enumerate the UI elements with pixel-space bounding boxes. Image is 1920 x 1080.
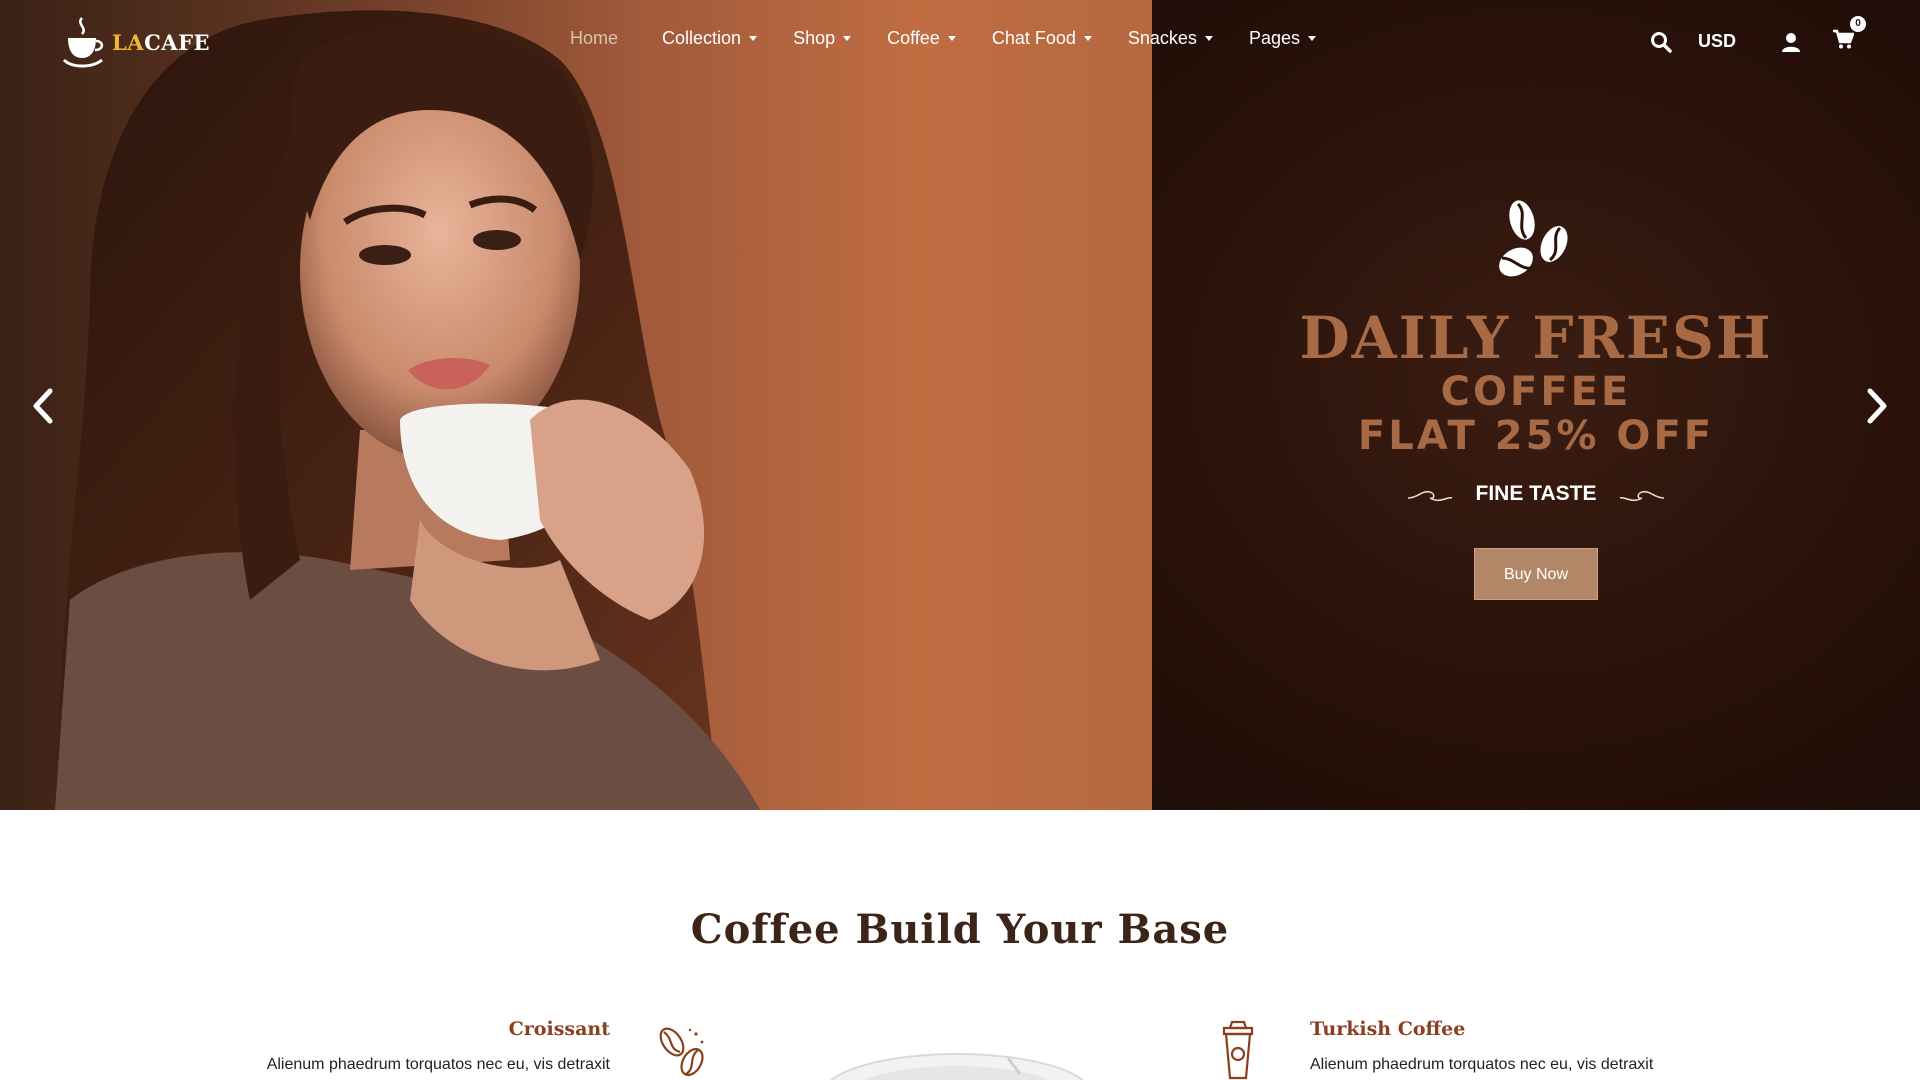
shopping-cart-icon — [1833, 29, 1855, 49]
cart-button[interactable]: 0 — [1832, 16, 1867, 55]
nav-snackes[interactable]: Snackes — [1128, 28, 1213, 49]
top-navbar: LACAFE Home Collection Shop Coffee Chat … — [0, 0, 1920, 84]
caret-down-icon — [749, 36, 758, 41]
coffee-beans-icon — [1499, 200, 1568, 277]
brand-name: LACAFE — [112, 29, 210, 55]
caret-down-icon — [1307, 36, 1316, 41]
caret-down-icon — [1083, 36, 1092, 41]
nav-chat-food-label: Chat Food — [991, 28, 1076, 48]
nav-shop[interactable]: Shop — [793, 28, 852, 49]
nav-collection[interactable]: Collection — [662, 28, 758, 49]
cart-count-badge: 0 — [1850, 16, 1867, 32]
nav-home-label: Home — [570, 28, 619, 48]
feature-croissant-title: Croissant — [508, 1018, 610, 1040]
brand-logo[interactable]: LACAFE — [62, 16, 210, 68]
hero-slider: LACAFE Home Collection Shop Coffee Chat … — [0, 0, 1920, 810]
feature-turkish-coffee-text: Alienum phaedrum torquatos nec eu, vis d… — [1310, 1056, 1654, 1073]
slider-next-chevron-right-icon[interactable] — [1858, 385, 1894, 427]
section-title: Coffee Build Your Base — [690, 906, 1230, 953]
slider-prev-chevron-left-icon[interactable] — [26, 385, 62, 427]
caret-down-icon — [947, 36, 956, 41]
takeaway-cup-icon — [1222, 1020, 1254, 1080]
user-account-icon[interactable] — [1780, 31, 1802, 53]
buy-now-button[interactable]: Buy Now — [1474, 548, 1598, 600]
coffee-beans-outline-icon — [659, 1027, 704, 1077]
nav-snackes-label: Snackes — [1127, 28, 1197, 48]
nav-coffee[interactable]: Coffee — [887, 28, 956, 49]
hero-line-1: COFFEE — [1440, 369, 1632, 415]
nav-chat-food[interactable]: Chat Food — [992, 28, 1092, 49]
caret-down-icon — [843, 36, 852, 41]
flourish-left-icon — [1407, 490, 1452, 502]
nav-shop-label: Shop — [793, 28, 836, 48]
nav-pages[interactable]: Pages — [1249, 28, 1316, 49]
header-tools: USD 0 — [1650, 16, 1867, 55]
currency-selector[interactable]: USD — [1698, 31, 1736, 52]
nav-home[interactable]: Home — [570, 28, 618, 49]
coffee-cup-logo-icon — [62, 17, 104, 68]
hero-tagline: FINE TASTE — [1475, 482, 1597, 505]
feature-croissant: Croissant Alienum phaedrum torquatos nec… — [220, 1018, 610, 1074]
feature-turkish-coffee-title: Turkish Coffee — [1310, 1018, 1466, 1040]
hero-woman-image — [55, 10, 760, 810]
hero-slide-content: DAILY FRESH COFFEE FLAT 25% OFF FINE TAS… — [1260, 198, 1812, 600]
nav-coffee-label: Coffee — [887, 28, 940, 48]
nav-collection-label: Collection — [662, 28, 742, 48]
main-nav: Home Collection Shop Coffee Chat Food Sn… — [570, 28, 1352, 49]
search-icon[interactable] — [1650, 31, 1672, 53]
feature-croissant-text: Alienum phaedrum torquatos nec eu, vis d… — [266, 1056, 610, 1073]
hero-line-2: FLAT 25% OFF — [1357, 413, 1715, 459]
feature-turkish-coffee: Turkish Coffee Alienum phaedrum torquato… — [1310, 1018, 1730, 1074]
flourish-right-icon — [1620, 490, 1665, 502]
nav-pages-label: Pages — [1248, 28, 1300, 48]
hero-headline: DAILY FRESH — [1299, 304, 1773, 372]
coffee-cup-top-image — [829, 1053, 1085, 1080]
hero-tagline-row: FINE TASTE — [1260, 482, 1812, 506]
caret-down-icon — [1204, 36, 1213, 41]
